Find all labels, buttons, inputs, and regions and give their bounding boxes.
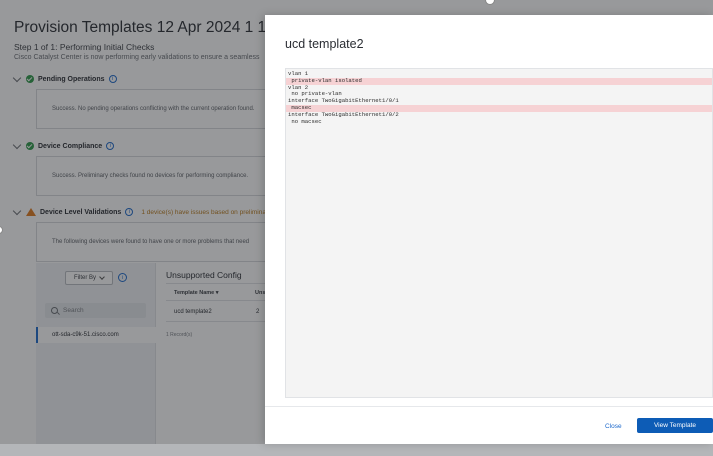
- template-preview-dialog: ucd template2 vlan 1 private-vlan isolat…: [265, 15, 713, 444]
- close-button[interactable]: Close: [605, 419, 622, 433]
- template-code-viewer[interactable]: vlan 1 private-vlan isolated vlan 2 no pr…: [285, 68, 713, 398]
- code-line: interface TwoGigabitEthernet1/0/2: [288, 110, 399, 118]
- code-line: vlan 2: [288, 83, 309, 91]
- code-line: no macsec: [288, 117, 322, 125]
- code-line-highlighted: private-vlan isolated: [286, 77, 712, 85]
- code-line: interface TwoGigabitEthernet1/0/1: [288, 97, 399, 105]
- bottom-bar: [0, 444, 713, 456]
- divider: [265, 406, 713, 407]
- view-template-button[interactable]: View Template: [637, 418, 713, 433]
- dialog-title: ucd template2: [285, 37, 364, 51]
